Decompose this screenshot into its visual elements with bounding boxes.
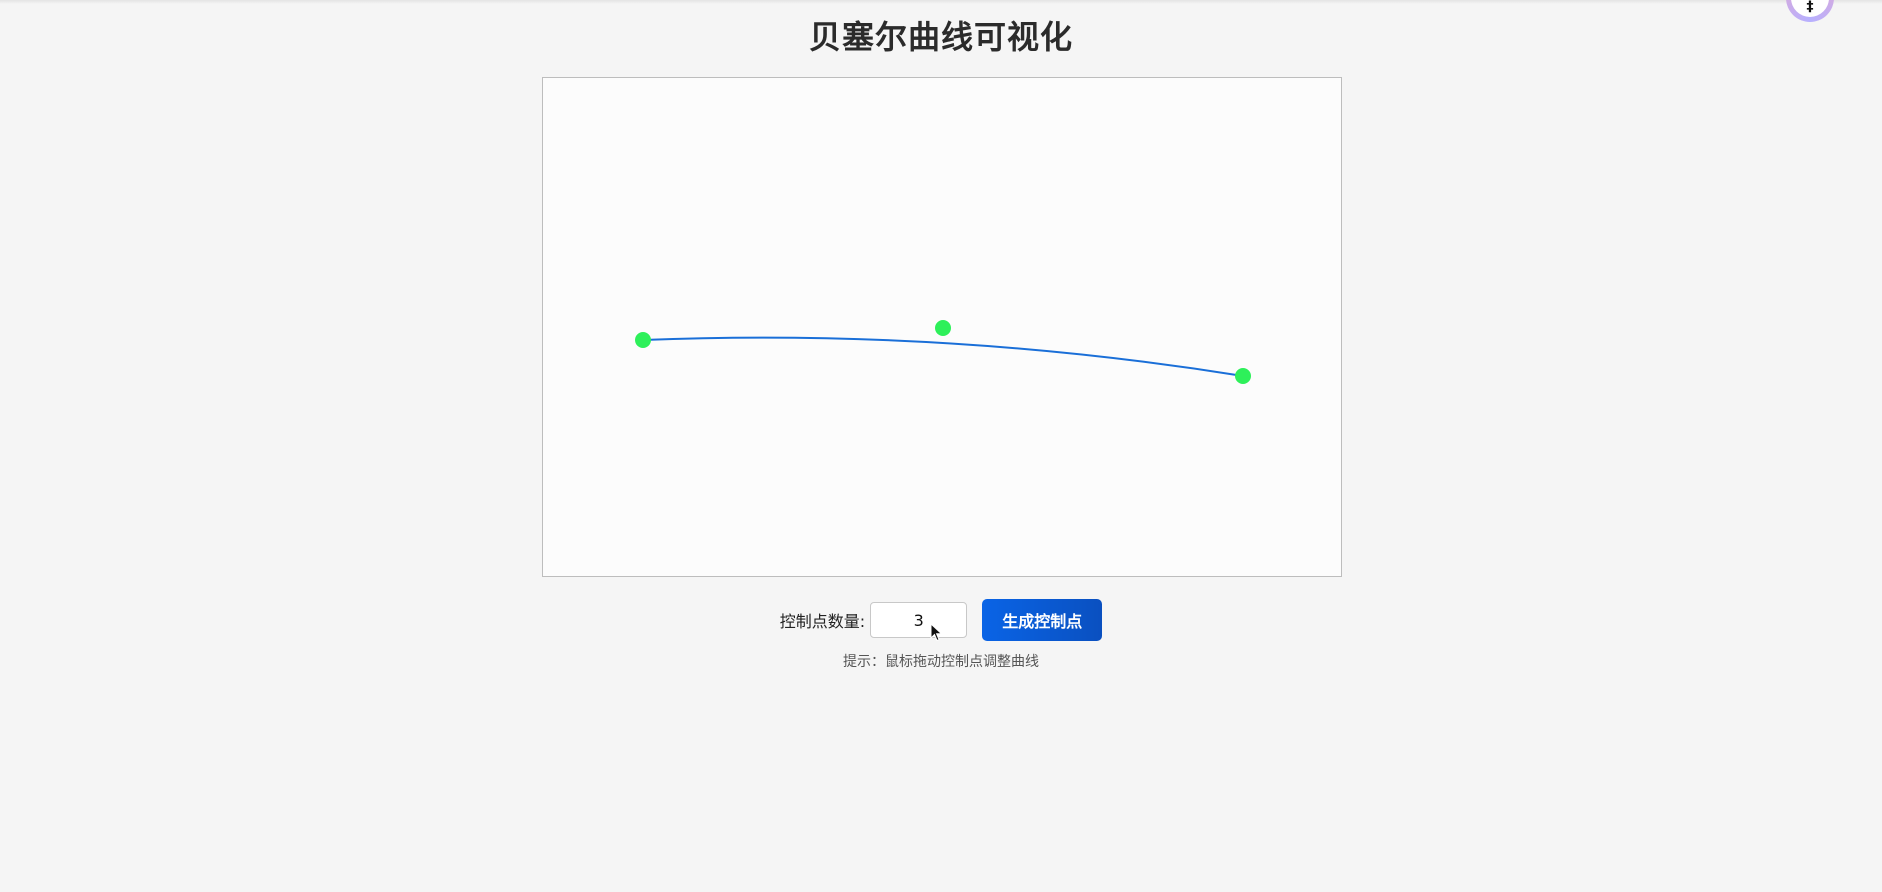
app-page: ‡ 贝塞尔曲线可视化 控制点数量: 生成控制点 提示：鼠标拖动控制点调整曲线 [0,0,1882,892]
page-title: 贝塞尔曲线可视化 [808,18,1073,56]
mouse-cursor-icon [930,623,943,642]
bezier-canvas[interactable] [542,77,1342,577]
control-point-count-label: 控制点数量: [779,612,866,631]
control-point-2[interactable] [935,320,951,336]
bezier-curve [642,336,1244,377]
control-point-count-input[interactable] [870,602,968,638]
generate-points-button[interactable]: 生成控制点 [982,599,1103,641]
hint-text: 提示：鼠标拖动控制点调整曲线 [843,654,1039,670]
top-shadow [0,0,1882,4]
control-points [635,320,1251,384]
control-point-3[interactable] [1235,368,1251,384]
bezier-svg [635,320,1251,384]
control-point-1[interactable] [635,332,651,348]
